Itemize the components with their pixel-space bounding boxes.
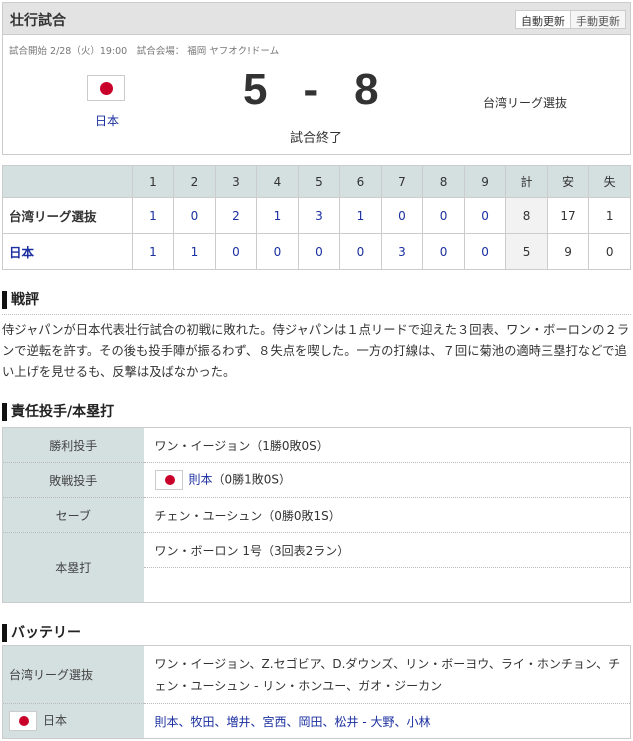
inning-score[interactable]: 3 [297,197,341,234]
loss-value: 則本（0勝1敗0S） [143,462,631,498]
loss-record: （0勝1敗0S） [212,472,292,487]
linescore-table: 123456789計安失 台湾リーグ選抜 1 0 2 1 3 1 0 0 0 8 17 1 日本 1 1 0 0… [2,165,631,270]
save-label: セーブ [2,497,144,533]
home-score: 5 [243,65,270,114]
inning-score[interactable]: 1 [131,197,175,234]
pitchers-heading: 責任投手/本塁打 [2,403,114,421]
inning-score[interactable]: 1 [173,233,216,270]
inning-header: 5 [297,165,341,198]
battery-home-label: 日本 [43,713,68,728]
inning-header: 4 [256,165,299,198]
japan-flag-icon [9,711,37,731]
battery-heading: バッテリー [2,624,81,642]
manual-update-button[interactable]: 手動更新 [571,10,626,29]
loss-pitcher-link[interactable]: 則本 [189,473,213,487]
hr-value: ワン・ボーロン 1号（3回表2ラン） [143,532,631,568]
score-separator: - [303,65,321,114]
total-hits: 9 [546,233,590,270]
inning-header: 3 [214,165,258,198]
inning-score[interactable]: 0 [339,233,382,270]
linescore-corner [2,165,133,198]
inning-score[interactable]: 0 [297,233,341,270]
inning-score[interactable]: 1 [256,197,299,234]
japan-flag-icon [154,470,183,490]
inning-score[interactable]: 0 [422,233,465,270]
game-meta: 試合開始 2/28（火）19:00 試合会場： 福岡 ヤフオク!ドーム [9,46,280,57]
battery-home-label-cell: 日本 [2,703,144,739]
inning-score[interactable]: 1 [131,233,175,270]
battery-away-value: ワン・イージョン、Z.セゴビア、D.ダウンズ、リン・ボーヨウ、ライ・ホンチョン、… [143,645,631,704]
inning-score[interactable]: 3 [380,233,424,270]
inning-header: 失 [588,165,631,198]
inning-score[interactable]: 0 [463,233,507,270]
total-errors: 0 [588,233,631,270]
inning-score[interactable]: 0 [214,233,258,270]
inning-header: 計 [505,165,548,198]
inning-header: 8 [422,165,465,198]
hr-label: 本塁打 [2,532,144,603]
inning-score[interactable]: 0 [173,197,216,234]
inning-header: 6 [339,165,382,198]
inning-header: 2 [173,165,216,198]
save-value: チェン・ユーシュン（0勝0敗1S） [143,497,631,533]
divider [2,314,631,315]
inning-score[interactable]: 0 [463,197,507,234]
home-team-link[interactable]: 日本 [95,112,119,129]
total-errors: 1 [588,197,631,234]
pitchers-table: 勝利投手 ワン・イージョン（1勝0敗0S） 敗戦投手 則本（0勝1敗0S） セーブチ… [2,427,631,603]
game-header: 壮行試合 自動更新 手動更新 試合開始 2/28（火）19:00 試合会場： 福… [2,2,631,155]
away-score: 8 [354,65,381,114]
away-team-name: 台湾リーグ選抜 [483,96,568,110]
battery-away-label: 台湾リーグ選抜 [2,645,144,704]
inning-score[interactable]: 2 [214,197,258,234]
title-bar: 壮行試合 自動更新 手動更新 [3,3,630,35]
game-status: 試合終了 [290,131,343,146]
inning-header: 7 [380,165,424,198]
total-runs: 8 [505,197,548,234]
inning-score[interactable]: 0 [422,197,465,234]
hr-empty [144,568,631,603]
review-text: 侍ジャパンが日本代表壮行試合の初戦に敗れた。侍ジャパンは１点リードで迎えた３回表… [2,323,630,379]
loss-label: 敗戦投手 [2,462,144,498]
inning-score[interactable]: 1 [339,197,382,234]
team-name[interactable]: 日本 [2,233,133,270]
battery-home-value[interactable]: 則本、牧田、増井、宮西、岡田、松井 - 大野、小林 [144,704,631,739]
review-heading: 戦評 [2,291,39,309]
inning-score[interactable]: 0 [256,233,299,270]
page-title: 壮行試合 [10,13,66,29]
team-name: 台湾リーグ選抜 [2,197,133,234]
inning-header: 安 [546,165,590,198]
battery-table: 台湾リーグ選抜 ワン・イージョン、Z.セゴビア、D.ダウンズ、リン・ボーヨウ、ライ… [2,645,631,739]
total-hits: 17 [546,197,590,234]
win-label: 勝利投手 [2,427,144,463]
auto-update-button[interactable]: 自動更新 [515,10,571,29]
inning-header: 1 [131,165,175,198]
japan-flag-icon [87,75,125,101]
total-runs: 5 [505,233,548,270]
scoreboard: 5-8 [243,65,381,115]
win-value: ワン・イージョン（1勝0敗0S） [143,427,631,463]
inning-score[interactable]: 0 [380,197,424,234]
inning-header: 9 [463,165,507,198]
